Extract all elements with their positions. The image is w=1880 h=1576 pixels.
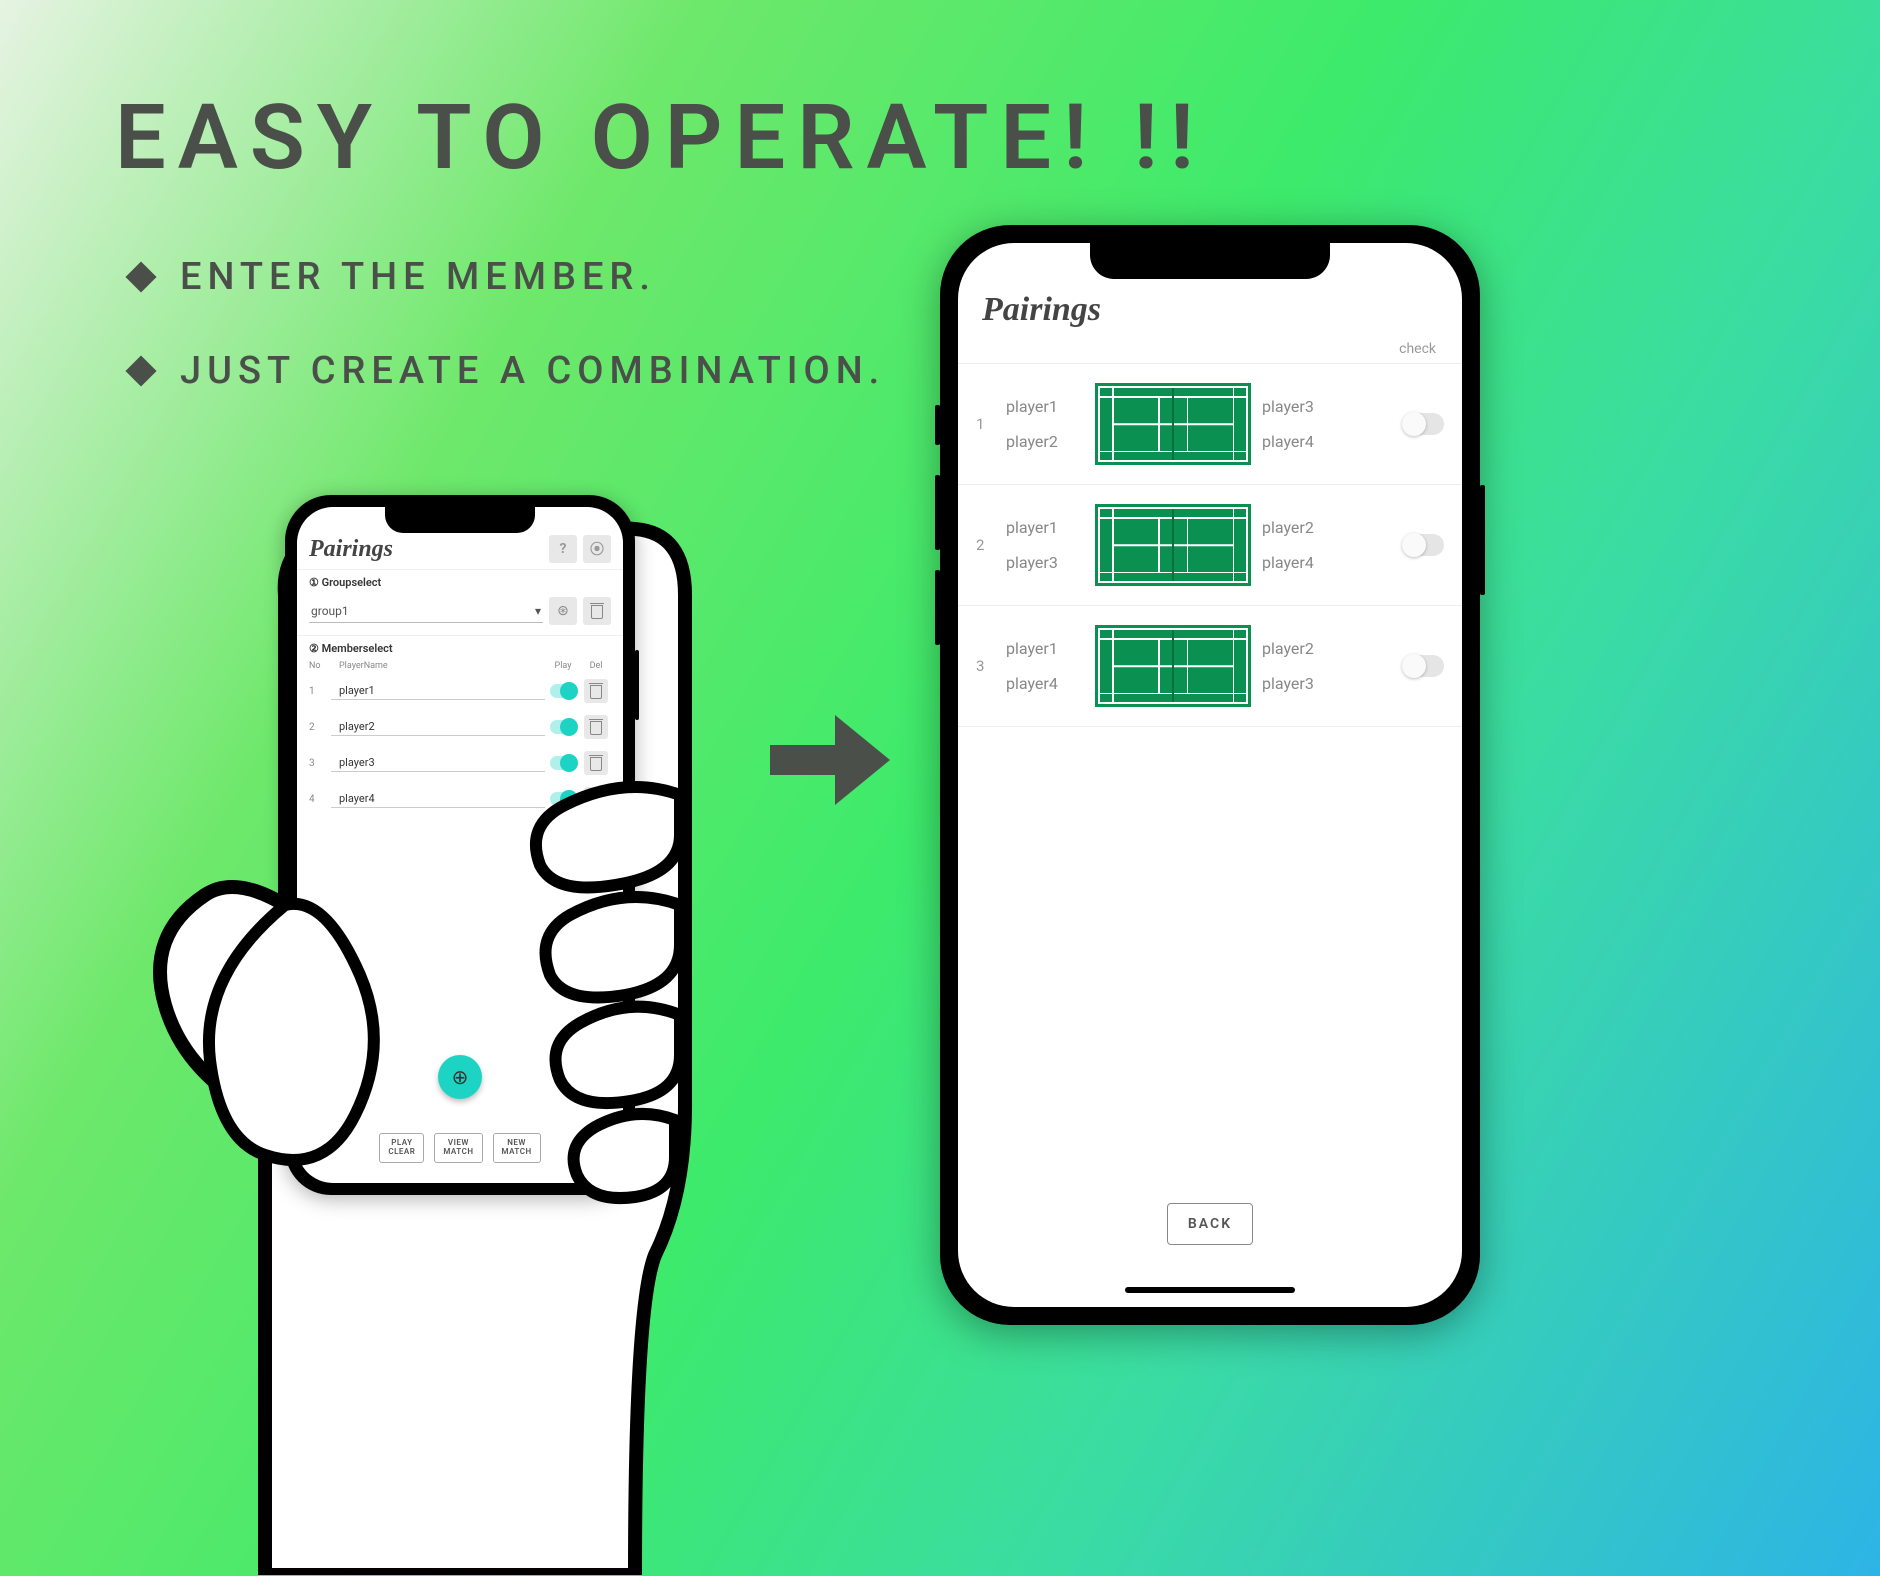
bullet-item: JUST CREATE A COMBINATION. xyxy=(130,349,885,393)
match-team-right: player2 player4 xyxy=(1262,518,1340,572)
headline: EASY TO OPERATE! !! xyxy=(115,85,1206,190)
bullet-item: ENTER THE MEMBER. xyxy=(130,255,885,299)
court-icon xyxy=(1098,386,1248,462)
match-row: 3 player1 player4 player2 player3 xyxy=(958,605,1462,727)
player-label: player3 xyxy=(1006,553,1084,572)
player-label: player2 xyxy=(1006,432,1084,451)
bullet-text: ENTER THE MEMBER. xyxy=(180,255,656,299)
match-number: 1 xyxy=(976,415,992,433)
player-label: player1 xyxy=(1006,397,1084,416)
phone-right: Pairings check 1 player1 player2 player3… xyxy=(940,225,1480,1325)
bullet-list: ENTER THE MEMBER. JUST CREATE A COMBINAT… xyxy=(130,255,885,443)
match-row: 1 player1 player2 player3 player4 xyxy=(958,363,1462,484)
back-button[interactable]: BACK xyxy=(1167,1203,1253,1245)
player-label: player2 xyxy=(1262,518,1340,537)
player-label: player3 xyxy=(1262,674,1340,693)
diamond-icon xyxy=(125,355,156,386)
match-team-right: player3 player4 xyxy=(1262,397,1340,451)
check-column-label: check xyxy=(958,339,1462,363)
arrow-right-icon xyxy=(760,690,900,830)
match-number: 2 xyxy=(976,536,992,554)
match-team-left: player1 player4 xyxy=(1006,639,1084,693)
bullet-text: JUST CREATE A COMBINATION. xyxy=(180,349,885,393)
diamond-icon xyxy=(125,261,156,292)
match-team-left: player1 player2 xyxy=(1006,397,1084,451)
player-label: player1 xyxy=(1006,518,1084,537)
player-label: player1 xyxy=(1006,639,1084,658)
player-label: player4 xyxy=(1006,674,1084,693)
match-number: 3 xyxy=(976,657,992,675)
court-icon xyxy=(1098,507,1248,583)
hand-fingers xyxy=(125,475,765,1575)
player-label: player3 xyxy=(1262,397,1340,416)
match-team-left: player1 player3 xyxy=(1006,518,1084,572)
check-toggle[interactable] xyxy=(1402,413,1444,435)
check-toggle[interactable] xyxy=(1402,655,1444,677)
app-title: Pairings xyxy=(982,291,1438,329)
player-label: player4 xyxy=(1262,432,1340,451)
match-row: 2 player1 player3 player2 player4 xyxy=(958,484,1462,605)
player-label: player2 xyxy=(1262,639,1340,658)
court-icon xyxy=(1098,628,1248,704)
phone-notch xyxy=(1090,243,1330,279)
home-indicator xyxy=(1125,1287,1295,1293)
hand-holding-phone: Pairings ? ⦿ ① Groupselect group1 ▾ ⊛ ② … xyxy=(125,475,765,1575)
match-team-right: player2 player3 xyxy=(1262,639,1340,693)
check-toggle[interactable] xyxy=(1402,534,1444,556)
player-label: player4 xyxy=(1262,553,1340,572)
